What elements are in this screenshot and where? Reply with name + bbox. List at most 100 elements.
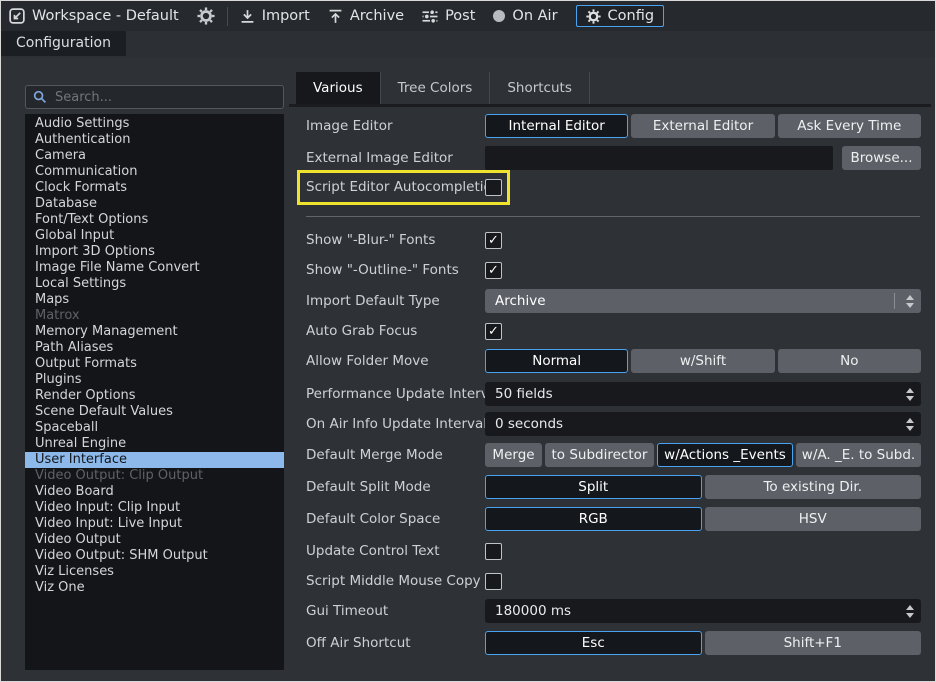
setting-label: Performance Update Interval bbox=[296, 386, 485, 402]
spinner-up-icon[interactable] bbox=[906, 605, 914, 610]
app-tab-bar: Configuration bbox=[1, 31, 935, 57]
update-control-text-checkbox[interactable] bbox=[485, 543, 502, 560]
sidebar-item-video-output[interactable]: Video Output bbox=[25, 532, 284, 548]
workspace-label: Workspace - Default bbox=[32, 8, 179, 24]
sidebar-item-viz-licenses[interactable]: Viz Licenses bbox=[25, 564, 284, 580]
option-button-rgb[interactable]: RGB bbox=[485, 507, 702, 531]
sidebar-item-render-options[interactable]: Render Options bbox=[25, 388, 284, 404]
option-button-normal[interactable]: Normal bbox=[485, 349, 628, 373]
setting-row-import-default-type: Import Default Type Archive bbox=[296, 289, 921, 313]
sidebar-item-local-settings[interactable]: Local Settings bbox=[25, 276, 284, 292]
script-middle-mouse-copy-checkbox[interactable] bbox=[485, 573, 502, 590]
gear-icon bbox=[197, 7, 215, 25]
setting-label: Off Air Shortcut bbox=[296, 635, 485, 651]
sidebar-item-import-3d-options[interactable]: Import 3D Options bbox=[25, 244, 284, 260]
sidebar-item-viz-one[interactable]: Viz One bbox=[25, 580, 284, 596]
tab-tree-colors[interactable]: Tree Colors bbox=[381, 72, 491, 104]
performance-update-interval-spinner[interactable]: 50 fields bbox=[485, 382, 921, 406]
option-button-internal-editor[interactable]: Internal Editor bbox=[485, 114, 628, 138]
setting-label: External Image Editor bbox=[296, 150, 485, 166]
search-icon bbox=[33, 90, 47, 104]
option-button-ask-every-time[interactable]: Ask Every Time bbox=[778, 114, 921, 138]
on-air-info-update-interval-spinner[interactable]: 0 seconds bbox=[485, 412, 921, 436]
post-button[interactable]: Post bbox=[422, 8, 475, 24]
option-button-no[interactable]: No bbox=[778, 349, 921, 373]
tab-shortcuts[interactable]: Shortcuts bbox=[490, 72, 590, 104]
archive-icon bbox=[328, 9, 343, 24]
option-button-shift-f1[interactable]: Shift+F1 bbox=[705, 631, 922, 655]
option-button-merge[interactable]: Merge bbox=[485, 443, 542, 467]
on-air-label: On Air bbox=[512, 8, 557, 24]
sidebar-item-memory-management[interactable]: Memory Management bbox=[25, 324, 284, 340]
sidebar-item-video-board[interactable]: Video Board bbox=[25, 484, 284, 500]
main-toolbar: Workspace - Default Import bbox=[1, 1, 935, 31]
setting-label: Default Merge Mode bbox=[296, 447, 485, 463]
sidebar-item-audio-settings[interactable]: Audio Settings bbox=[25, 116, 284, 132]
sidebar-item-global-input[interactable]: Global Input bbox=[25, 228, 284, 244]
sidebar-item-camera[interactable]: Camera bbox=[25, 148, 284, 164]
sidebar-item-plugins[interactable]: Plugins bbox=[25, 372, 284, 388]
spinner-up-icon[interactable] bbox=[906, 295, 914, 300]
sidebar-item-clock-formats[interactable]: Clock Formats bbox=[25, 180, 284, 196]
spinner-down-icon[interactable] bbox=[906, 613, 914, 618]
show-outline-fonts-checkbox[interactable]: ✓ bbox=[485, 262, 502, 279]
external-image-editor-input[interactable] bbox=[485, 146, 833, 170]
gui-timeout-spinner[interactable]: 180000 ms bbox=[485, 599, 921, 623]
spinner-up-icon[interactable] bbox=[906, 418, 914, 423]
spinner-down-icon[interactable] bbox=[906, 303, 914, 308]
sidebar-item-spaceball[interactable]: Spaceball bbox=[25, 420, 284, 436]
spinner-down-icon[interactable] bbox=[906, 426, 914, 431]
dropdown-divider bbox=[894, 293, 895, 309]
on-air-button[interactable]: On Air bbox=[493, 8, 557, 24]
sidebar-item-output-formats[interactable]: Output Formats bbox=[25, 356, 284, 372]
import-button[interactable]: Import bbox=[240, 8, 310, 24]
section-divider bbox=[306, 216, 920, 217]
sidebar-item-authentication[interactable]: Authentication bbox=[25, 132, 284, 148]
setting-label: Auto Grab Focus bbox=[296, 323, 485, 339]
settings-button[interactable] bbox=[197, 7, 215, 25]
spinner-up-icon[interactable] bbox=[906, 388, 914, 393]
option-button-w-a-e-to-subd[interactable]: w/A. _E. to Subd. bbox=[796, 443, 921, 467]
spinner-down-icon[interactable] bbox=[906, 396, 914, 401]
checkmark-icon: ✓ bbox=[488, 263, 499, 278]
dropdown-spinner[interactable] bbox=[906, 289, 914, 313]
sidebar-item-image-file-name-convert[interactable]: Image File Name Convert bbox=[25, 260, 284, 276]
option-button-esc[interactable]: Esc bbox=[485, 631, 702, 655]
checkmark-icon: ✓ bbox=[488, 233, 499, 248]
sidebar-item-unreal-engine[interactable]: Unreal Engine bbox=[25, 436, 284, 452]
option-button-w-actions-events[interactable]: w/Actions _Events bbox=[657, 443, 793, 467]
tab-various[interactable]: Various bbox=[296, 72, 381, 104]
import-default-type-select[interactable]: Archive bbox=[485, 289, 921, 313]
option-button-split[interactable]: Split bbox=[485, 475, 702, 499]
option-button-external-editor[interactable]: External Editor bbox=[631, 114, 774, 138]
config-gear-icon bbox=[586, 9, 601, 24]
setting-row-update-control-text: Update Control Text bbox=[296, 542, 921, 560]
sidebar-item-communication[interactable]: Communication bbox=[25, 164, 284, 180]
auto-grab-focus-checkbox[interactable]: ✓ bbox=[485, 323, 502, 340]
sidebar-item-scene-default-values[interactable]: Scene Default Values bbox=[25, 404, 284, 420]
setting-row-script-middle-mouse-copy: Script Middle Mouse Copy bbox=[296, 572, 921, 590]
sidebar-item-video-input-clip-input[interactable]: Video Input: Clip Input bbox=[25, 500, 284, 516]
app-window: Workspace - Default Import bbox=[0, 0, 936, 682]
browse-button[interactable]: Browse... bbox=[842, 146, 921, 170]
sidebar-item-font-text-options[interactable]: Font/Text Options bbox=[25, 212, 284, 228]
workspace-menu[interactable]: Workspace - Default bbox=[9, 8, 179, 24]
tab-configuration[interactable]: Configuration bbox=[1, 31, 126, 56]
sidebar-item-maps[interactable]: Maps bbox=[25, 292, 284, 308]
sidebar-item-user-interface[interactable]: User Interface bbox=[25, 452, 284, 468]
option-button-to-existing-dir[interactable]: To existing Dir. bbox=[705, 475, 922, 499]
sidebar-item-video-input-live-input[interactable]: Video Input: Live Input bbox=[25, 516, 284, 532]
option-button-to-subdirector[interactable]: to Subdirector bbox=[545, 443, 654, 467]
search-input[interactable] bbox=[53, 89, 276, 106]
show-blur-fonts-checkbox[interactable]: ✓ bbox=[485, 232, 502, 249]
sidebar-item-path-aliases[interactable]: Path Aliases bbox=[25, 340, 284, 356]
sidebar-item-video-output-shm-output[interactable]: Video Output: SHM Output bbox=[25, 548, 284, 564]
config-button[interactable]: Config bbox=[576, 5, 665, 27]
archive-button[interactable]: Archive bbox=[328, 8, 404, 24]
setting-row-on-air-info-update-interval: On Air Info Update Interval 0 seconds bbox=[296, 412, 921, 436]
sidebar-item-database[interactable]: Database bbox=[25, 196, 284, 212]
option-button-w-shift[interactable]: w/Shift bbox=[631, 349, 774, 373]
script-editor-autocompletion-checkbox[interactable] bbox=[485, 179, 502, 196]
sidebar-item-video-output-clip-output: Video Output: Clip Output bbox=[25, 468, 284, 484]
option-button-hsv[interactable]: HSV bbox=[705, 507, 922, 531]
